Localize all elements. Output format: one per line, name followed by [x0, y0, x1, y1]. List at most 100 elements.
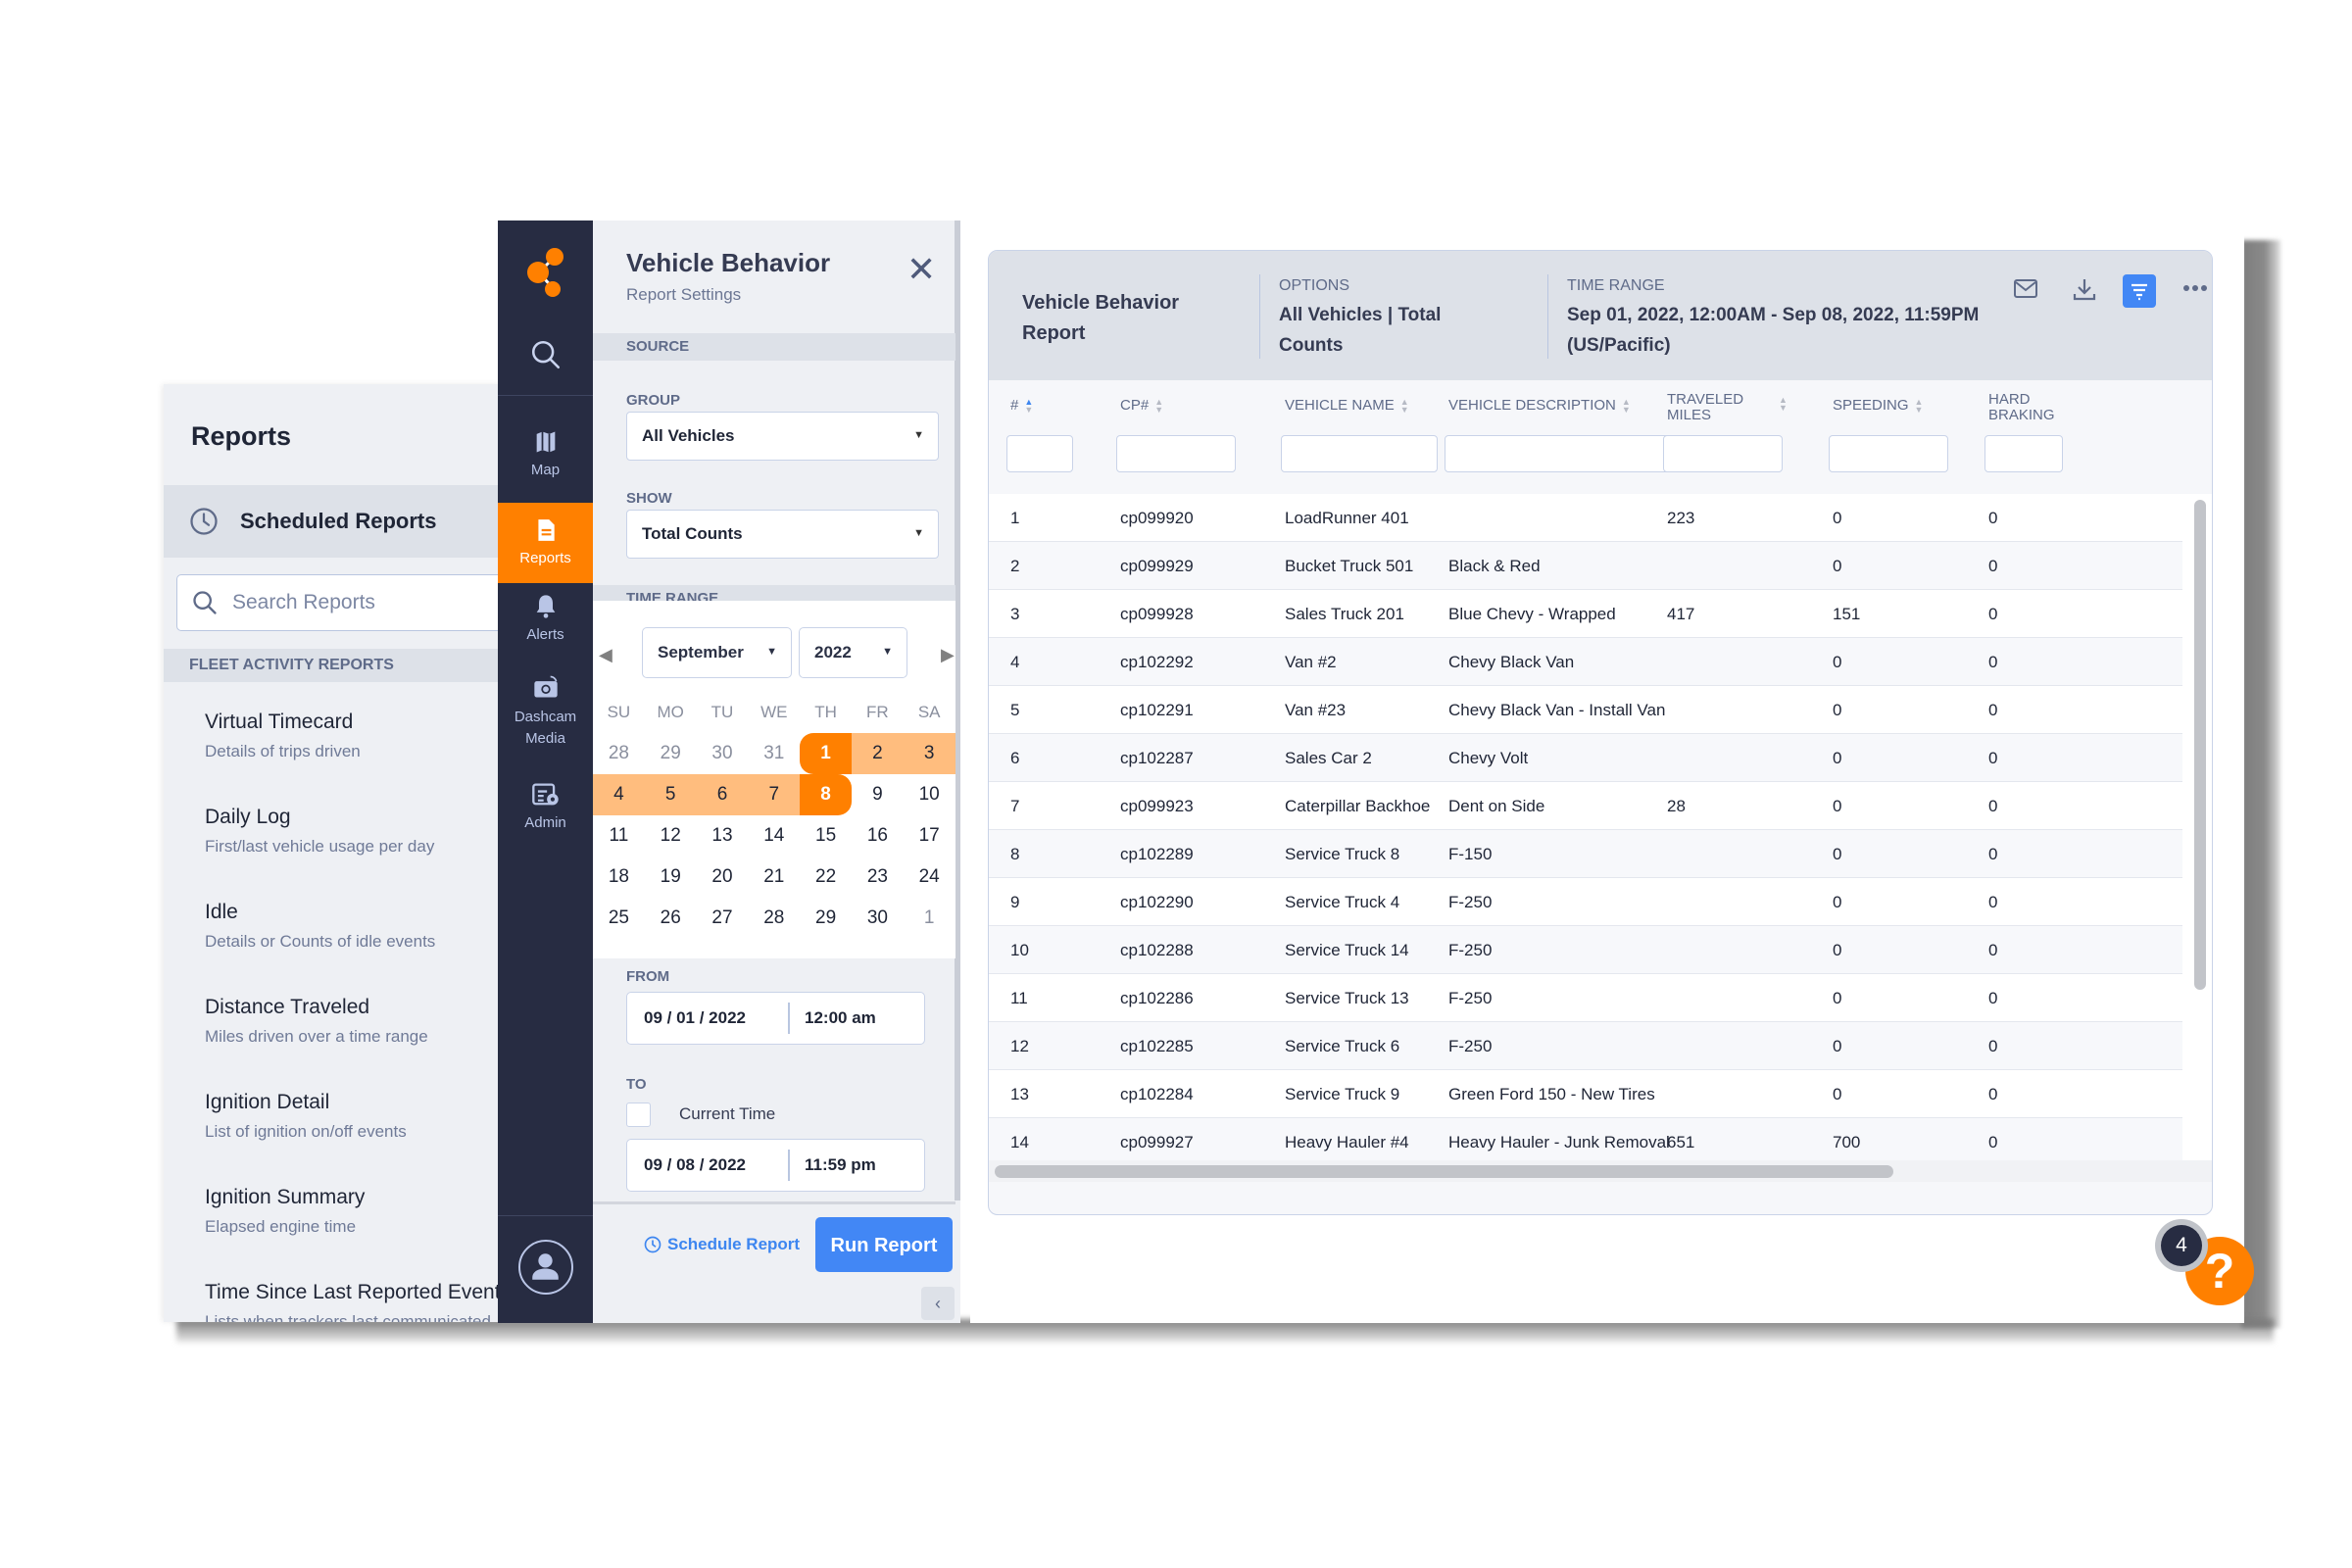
collapse-panel-button[interactable]: ‹	[921, 1287, 955, 1320]
close-icon[interactable]: ✕	[906, 252, 936, 287]
calendar-day[interactable]: 16	[852, 815, 904, 857]
report-list-item[interactable]: Ignition Detail List of ignition on/off e…	[205, 1091, 499, 1142]
calendar-day[interactable]: 7	[748, 774, 801, 815]
calendar-day[interactable]: 8	[800, 774, 852, 815]
report-list-item[interactable]: Idle Details or Counts of idle events	[205, 901, 499, 952]
to-date[interactable]: 09 / 08 / 2022	[644, 1140, 746, 1191]
calendar-day[interactable]: 12	[645, 815, 697, 857]
table-row[interactable]: 1 cp099920 LoadRunner 401 223 0 0	[989, 494, 2182, 542]
calendar-day[interactable]: 30	[852, 898, 904, 939]
calendar-day[interactable]: 23	[852, 857, 904, 898]
calendar-day[interactable]: 15	[800, 815, 852, 857]
more-options-icon[interactable]	[2182, 280, 2208, 298]
horizontal-scrollbar-thumb[interactable]	[995, 1165, 1893, 1178]
calendar-day[interactable]: 9	[852, 774, 904, 815]
help-notification-badge[interactable]: 4	[2161, 1225, 2202, 1266]
calendar-day[interactable]: 10	[904, 774, 956, 815]
current-time-checkbox[interactable]	[626, 1102, 651, 1127]
column-header[interactable]: HARD BRAKING	[1988, 392, 2077, 423]
report-list-item[interactable]: Ignition Summary Elapsed engine time	[205, 1186, 499, 1237]
next-month-icon[interactable]: ▶	[941, 645, 955, 665]
column-header[interactable]: SPEEDING ▲ ▼	[1833, 398, 1924, 415]
calendar-day[interactable]: 28	[748, 898, 800, 939]
sort-icon[interactable]: ▲ ▼	[1915, 398, 1924, 415]
group-select[interactable]: All Vehicles ▼	[626, 412, 939, 461]
calendar-day[interactable]: 26	[645, 898, 697, 939]
calendar-day[interactable]: 28	[593, 733, 645, 774]
calendar-day[interactable]: 11	[593, 815, 645, 857]
table-row[interactable]: 13 cp102284 Service Truck 9 Green Ford 150 …	[989, 1070, 2182, 1118]
sort-icon[interactable]: ▲ ▼	[1779, 396, 1788, 413]
nav-item-map[interactable]: Map	[498, 428, 593, 497]
column-filter-input[interactable]	[1281, 435, 1438, 472]
column-header[interactable]: CP# ▲ ▼	[1120, 398, 1163, 415]
calendar-day[interactable]: 3	[903, 733, 956, 774]
table-row[interactable]: 4 cp102292 Van #2 Chevy Black Van 0 0	[989, 638, 2182, 686]
nav-item-alerts[interactable]: Alerts	[498, 593, 593, 662]
search-reports-input[interactable]	[230, 590, 485, 615]
nav-item-dashcam[interactable]: Dashcam Media	[498, 673, 593, 766]
search-reports[interactable]	[176, 574, 502, 631]
sort-icon[interactable]: ▲ ▼	[1154, 398, 1163, 415]
email-icon[interactable]	[2013, 278, 2038, 305]
nav-search-icon[interactable]	[529, 338, 563, 376]
logo-icon[interactable]	[525, 245, 566, 305]
table-row[interactable]: 14 cp099927 Heavy Hauler #4 Heavy Hauler - …	[989, 1118, 2182, 1160]
calendar-day[interactable]: 21	[748, 857, 800, 898]
run-report-button[interactable]: Run Report	[815, 1217, 953, 1272]
scheduled-reports-item[interactable]: Scheduled Reports	[164, 485, 502, 558]
table-row[interactable]: 3 cp099928 Sales Truck 201 Blue Chevy - Wra…	[989, 590, 2182, 638]
table-row[interactable]: 11 cp102286 Service Truck 13 F-250 0 0	[989, 974, 2182, 1022]
calendar-day[interactable]: 30	[697, 733, 749, 774]
vertical-scrollbar-thumb[interactable]	[2194, 500, 2206, 990]
table-row[interactable]: 6 cp102287 Sales Car 2 Chevy Volt 0 0	[989, 734, 2182, 782]
calendar-day[interactable]: 29	[645, 733, 697, 774]
calendar-day[interactable]: 6	[696, 774, 749, 815]
column-filter-input[interactable]	[1116, 435, 1236, 472]
calendar-day[interactable]: 19	[645, 857, 697, 898]
calendar-day[interactable]: 2	[851, 733, 904, 774]
report-list-item[interactable]: Time Since Last Reported Event Lists when…	[205, 1281, 501, 1322]
calendar-day[interactable]: 14	[748, 815, 800, 857]
sort-icon[interactable]: ▲ ▼	[1400, 398, 1409, 415]
table-row[interactable]: 7 cp099923 Caterpillar Backhoe Dent on Side…	[989, 782, 2182, 830]
report-list-item[interactable]: Daily Log First/last vehicle usage per da…	[205, 806, 499, 857]
prev-month-icon[interactable]: ◀	[599, 645, 612, 665]
fleet-activity-section-header[interactable]: FLEET ACTIVITY REPORTS	[164, 649, 502, 682]
filter-button[interactable]	[2123, 274, 2156, 308]
calendar-day[interactable]: 18	[593, 857, 645, 898]
calendar-day[interactable]: 29	[800, 898, 852, 939]
to-datetime[interactable]: 09 / 08 / 2022 11:59 pm	[626, 1139, 925, 1192]
calendar-day[interactable]: 27	[697, 898, 749, 939]
calendar-day[interactable]: 20	[697, 857, 749, 898]
calendar-day[interactable]: 24	[904, 857, 956, 898]
calendar-day[interactable]: 5	[644, 774, 697, 815]
report-list-item[interactable]: Distance Traveled Miles driven over a tim…	[205, 996, 499, 1047]
from-date[interactable]: 09 / 01 / 2022	[644, 993, 746, 1044]
report-list-item[interactable]: Virtual Timecard Details of trips driven	[205, 710, 499, 761]
download-icon[interactable]	[2072, 276, 2097, 307]
table-row[interactable]: 8 cp102289 Service Truck 8 F-150 0 0	[989, 830, 2182, 878]
column-filter-input[interactable]	[1663, 435, 1783, 472]
sort-icon[interactable]: ▲ ▼	[1622, 398, 1631, 415]
month-select[interactable]: September ▼	[642, 627, 792, 678]
calendar-day[interactable]: 1	[800, 733, 852, 774]
calendar-day[interactable]: 25	[593, 898, 645, 939]
calendar-day[interactable]: 22	[800, 857, 852, 898]
nav-item-admin[interactable]: Admin	[498, 781, 593, 850]
table-row[interactable]: 5 cp102291 Van #23 Chevy Black Van - Instal…	[989, 686, 2182, 734]
column-filter-input[interactable]	[1829, 435, 1948, 472]
from-time[interactable]: 12:00 am	[805, 993, 876, 1044]
calendar-day[interactable]: 1	[904, 898, 956, 939]
show-select[interactable]: Total Counts ▼	[626, 510, 939, 559]
table-row[interactable]: 9 cp102290 Service Truck 4 F-250 0 0	[989, 878, 2182, 926]
table-row[interactable]: 12 cp102285 Service Truck 6 F-250 0 0	[989, 1022, 2182, 1070]
nav-item-reports[interactable]: Reports	[498, 503, 593, 583]
sort-icon[interactable]: ▲ ▼	[1024, 398, 1033, 415]
column-filter-input[interactable]	[1984, 435, 2063, 472]
user-avatar[interactable]	[518, 1240, 573, 1295]
year-select[interactable]: 2022 ▼	[799, 627, 907, 678]
calendar-day[interactable]: 17	[904, 815, 956, 857]
table-row[interactable]: 2 cp099929 Bucket Truck 501 Black & Red 0 0	[989, 542, 2182, 590]
schedule-report-link[interactable]: Schedule Report	[644, 1235, 800, 1254]
